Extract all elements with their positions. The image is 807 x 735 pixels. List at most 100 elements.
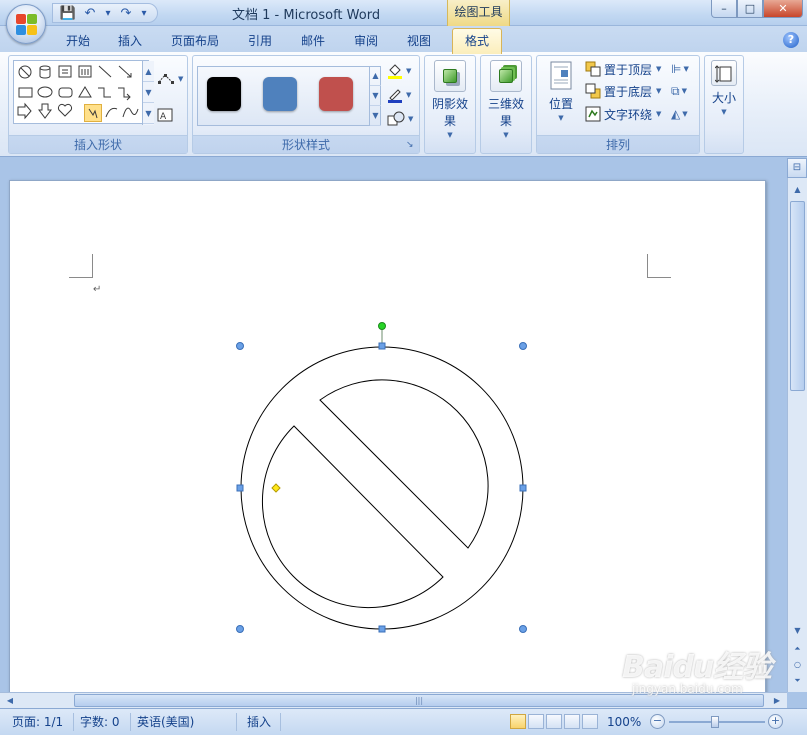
office-logo-icon <box>16 14 38 36</box>
tab-format[interactable]: 格式 <box>452 28 503 54</box>
send-to-back-label: 置于底层 <box>604 84 653 99</box>
close-button[interactable]: ✕ <box>763 0 803 18</box>
tab-home[interactable]: 开始 <box>66 32 90 49</box>
3d-effects-button[interactable]: 三维效果 ▼ <box>483 60 529 139</box>
no-symbol-shape[interactable] <box>10 181 767 692</box>
vertical-scrollbar[interactable]: ▲ ▼ ⏶ ○ ⏷ <box>787 178 807 692</box>
print-layout-view-icon[interactable] <box>510 714 526 729</box>
position-button[interactable]: 位置 ▼ <box>541 60 581 122</box>
edit-shape-button[interactable]: ▼ <box>157 70 187 88</box>
status-page[interactable]: 页面: 1/1 <box>12 713 75 731</box>
scroll-up-icon[interactable]: ▲ <box>790 182 805 197</box>
minimize-button[interactable]: – <box>711 0 737 18</box>
vertical-scroll-thumb[interactable] <box>790 201 805 391</box>
rotation-handle[interactable] <box>378 322 386 330</box>
text-wrapping-label: 文字环绕 <box>604 107 653 122</box>
shadow-effects-button[interactable]: 阴影效果 ▼ <box>427 60 473 139</box>
resize-handle-bottom[interactable] <box>378 625 386 633</box>
zoom-out-button[interactable]: − <box>650 714 665 729</box>
tab-references[interactable]: 引用 <box>248 32 272 49</box>
shapes-gallery-scrollbar[interactable]: ▲ ▼ ▼ <box>142 61 154 125</box>
tab-page-layout[interactable]: 页面布局 <box>171 32 219 49</box>
next-page-icon[interactable]: ⏷ <box>790 673 805 688</box>
chevron-down-icon: ▼ <box>503 131 509 139</box>
rotate-button[interactable]: ◭ ▼ <box>671 104 695 124</box>
dialog-launcher-icon[interactable]: ↘ <box>406 140 416 150</box>
scroll-right-icon[interactable]: ▶ <box>769 693 785 708</box>
right-arrow-shape-icon <box>17 102 32 120</box>
tab-insert[interactable]: 插入 <box>118 32 142 49</box>
styles-scroll-up-icon[interactable]: ▲ <box>370 66 381 86</box>
position-label: 位置 <box>548 97 573 111</box>
gallery-scroll-up-icon[interactable]: ▲ <box>143 61 154 82</box>
size-label: 大小 <box>711 91 736 105</box>
send-to-back-button[interactable]: 置于底层 ▼ <box>585 81 661 101</box>
save-icon[interactable]: 💾 <box>59 5 77 21</box>
change-shape-button[interactable]: ▼ <box>387 110 417 128</box>
styles-scroll-down-icon[interactable]: ▼ <box>370 86 381 106</box>
style-swatch-blue[interactable] <box>263 77 297 111</box>
watermark-logo: Baidu经验 <box>622 650 772 685</box>
tab-mailings[interactable]: 邮件 <box>301 32 325 49</box>
resize-handle-top[interactable] <box>378 342 386 350</box>
resize-handle-top-left[interactable] <box>236 342 244 350</box>
group-objects-icon: ⧉ <box>671 83 680 98</box>
tab-review[interactable]: 审阅 <box>354 32 378 49</box>
office-button[interactable] <box>6 4 46 44</box>
inner-halves <box>276 421 441 575</box>
resize-handle-bottom-left[interactable] <box>236 625 244 633</box>
help-icon[interactable]: ? <box>783 32 799 48</box>
browse-object-icon[interactable]: ○ <box>790 657 805 672</box>
resize-handle-right[interactable] <box>519 484 527 492</box>
status-insert-mode[interactable]: 插入 <box>247 713 281 731</box>
tab-view[interactable]: 视图 <box>407 32 431 49</box>
status-word-count[interactable]: 字数: 0 <box>80 713 131 731</box>
style-swatch-black[interactable] <box>207 77 241 111</box>
draw-text-box-button[interactable]: A <box>157 106 187 124</box>
change-shape-icon <box>387 111 405 126</box>
zoom-in-button[interactable]: + <box>768 714 783 729</box>
shape-outline-button[interactable]: ▼ <box>387 86 417 104</box>
group-label-insert-shapes: 插入形状 <box>9 135 187 153</box>
customize-qat-icon[interactable]: ▾ <box>139 5 149 21</box>
text-wrapping-button[interactable]: 文字环绕 ▼ <box>585 104 661 124</box>
group-label-arrange: 排列 <box>537 135 699 153</box>
undo-dropdown-icon[interactable]: ▾ <box>103 5 113 21</box>
text-box-icon: A <box>157 108 173 122</box>
elbow-arrow-connector-shape-icon <box>118 87 131 101</box>
outline-view-icon[interactable] <box>564 714 580 729</box>
resize-handle-left[interactable] <box>236 484 244 492</box>
style-swatch-red[interactable] <box>319 77 353 111</box>
styles-more-icon[interactable]: ▼ <box>370 106 381 126</box>
shape-styles-scrollbar[interactable]: ▲ ▼ ▼ <box>369 66 381 126</box>
chevron-down-icon: ▼ <box>656 65 662 73</box>
maximize-button[interactable]: □ <box>737 0 763 18</box>
resize-handle-bottom-right[interactable] <box>519 625 527 633</box>
shape-fill-button[interactable]: ▼ <box>387 62 417 80</box>
size-button[interactable]: 大小 ▼ <box>707 60 741 116</box>
scroll-down-icon[interactable]: ▼ <box>790 623 805 638</box>
no-symbol-shape-icon <box>18 65 32 79</box>
align-icon: ⊫ <box>671 62 682 76</box>
ruler-toggle-icon[interactable]: ⊟ <box>787 158 807 178</box>
align-button[interactable]: ⊫ ▼ <box>671 59 695 79</box>
freeform-shape-icon[interactable] <box>84 104 102 122</box>
zoom-slider-thumb[interactable] <box>711 716 719 728</box>
gallery-scroll-down-icon[interactable]: ▼ <box>143 82 154 103</box>
document-page[interactable]: ↵ <box>9 180 766 692</box>
draft-view-icon[interactable] <box>582 714 598 729</box>
group-objects-button[interactable]: ⧉ ▼ <box>671 81 695 101</box>
resize-handle-top-right[interactable] <box>519 342 527 350</box>
bring-to-front-button[interactable]: 置于顶层 ▼ <box>585 59 661 79</box>
undo-icon[interactable]: ↶ <box>81 5 99 21</box>
chevron-down-icon: ▼ <box>656 110 662 118</box>
previous-page-icon[interactable]: ⏶ <box>790 641 805 656</box>
scroll-left-icon[interactable]: ◀ <box>2 693 18 708</box>
web-layout-view-icon[interactable] <box>546 714 562 729</box>
gallery-more-icon[interactable]: ▼ <box>143 103 154 124</box>
full-screen-reading-view-icon[interactable] <box>528 714 544 729</box>
shadow-cube-icon <box>434 60 466 92</box>
status-language[interactable]: 英语(美国) <box>137 713 237 731</box>
zoom-level[interactable]: 100% <box>607 713 641 731</box>
redo-icon[interactable]: ↷ <box>117 5 135 21</box>
